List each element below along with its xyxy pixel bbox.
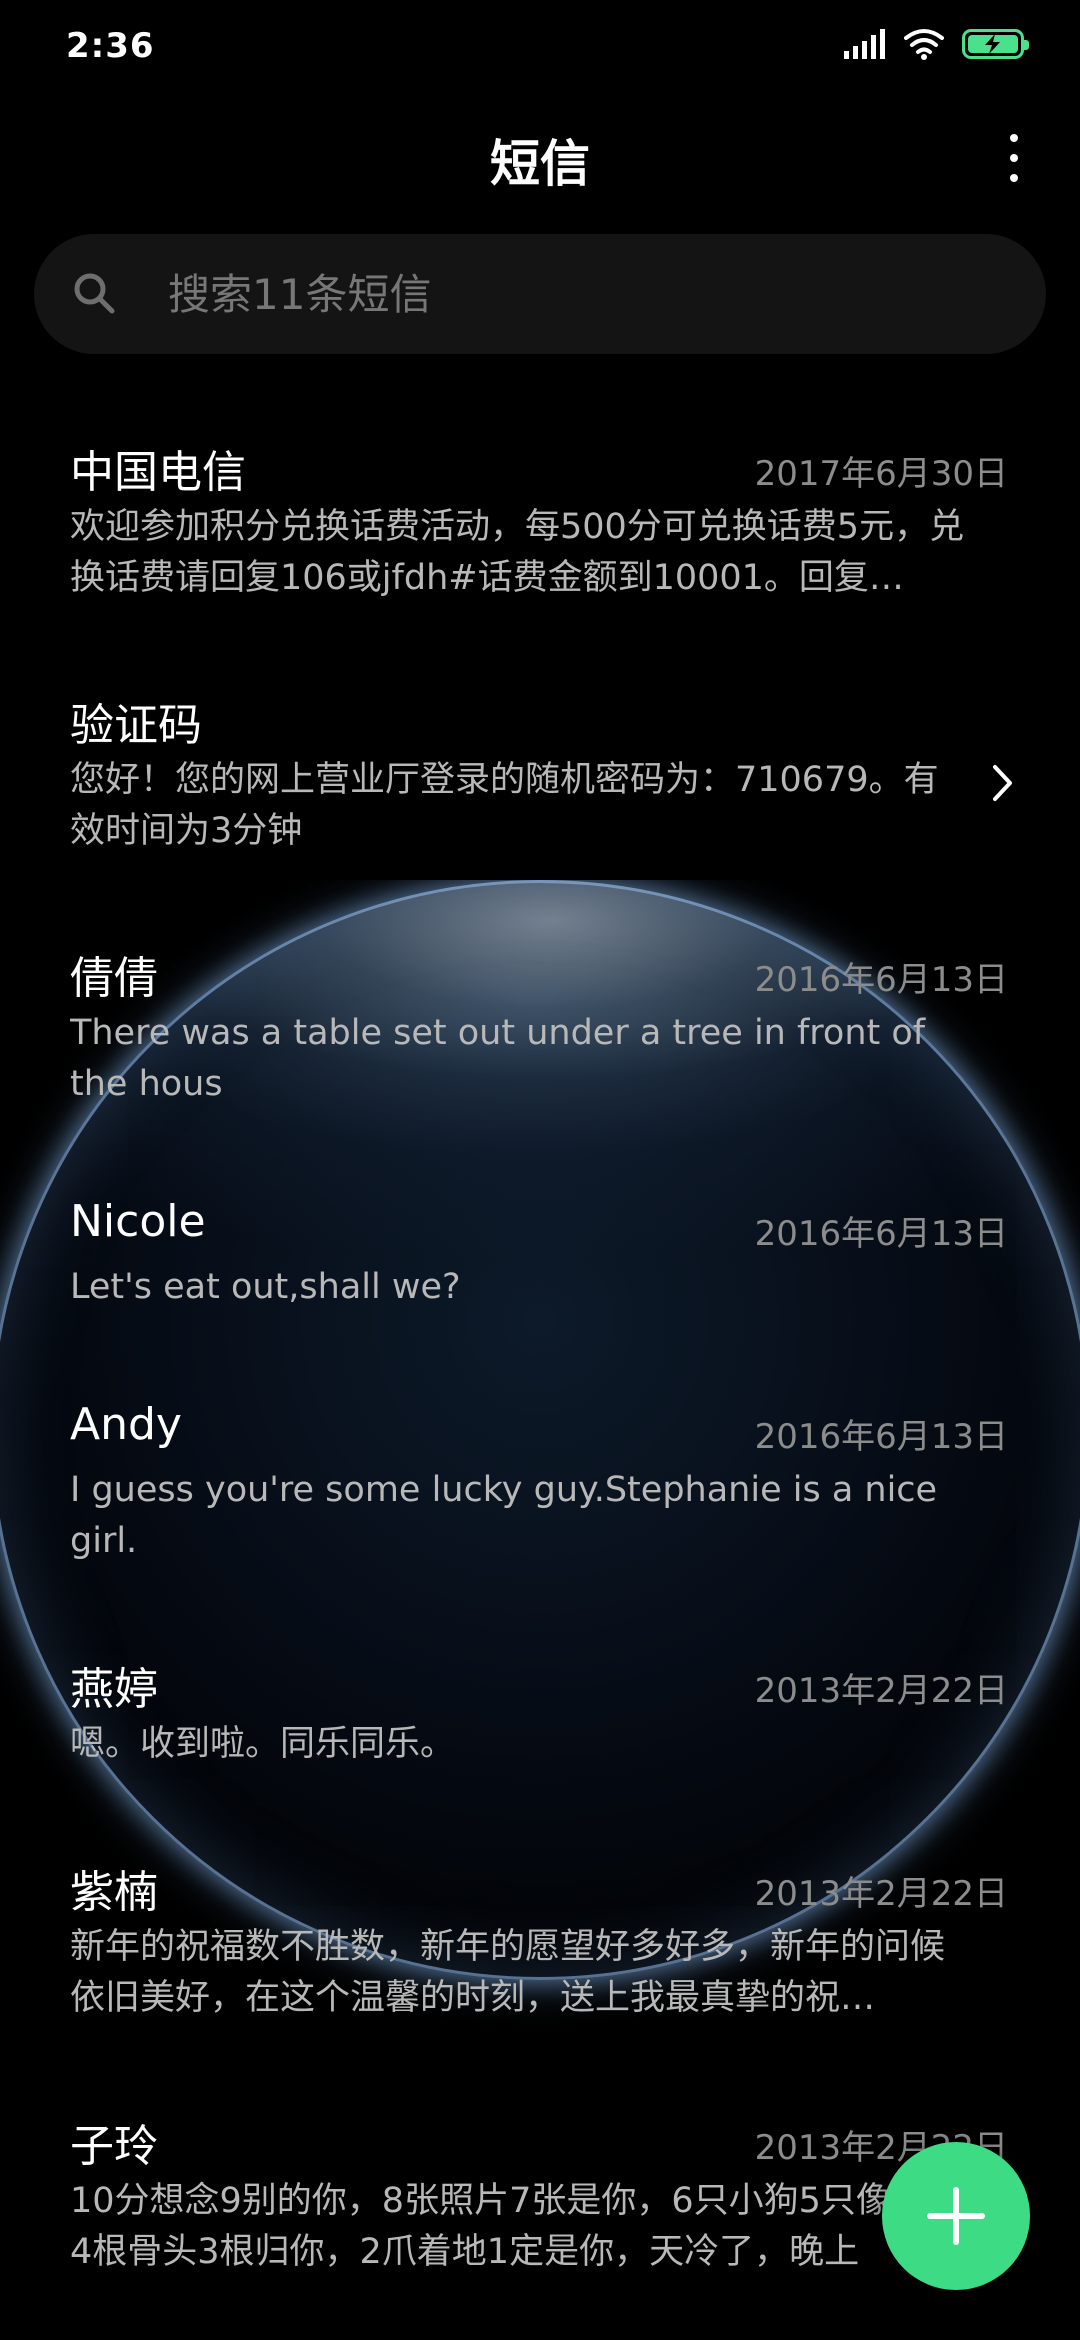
battery-icon xyxy=(962,29,1029,59)
status-time: 2:36 xyxy=(66,26,155,66)
page-title: 短信 xyxy=(490,135,590,193)
conversation-item[interactable]: 验证码 您好！您的网上营业厅登录的随机密码为：710679。有效时间为3分钟 xyxy=(0,653,1080,903)
app-header: 短信 xyxy=(0,110,1080,210)
sender-name: Andy xyxy=(70,1399,182,1450)
search-bar[interactable] xyxy=(34,234,1046,354)
search-input[interactable] xyxy=(166,268,970,320)
wifi-icon xyxy=(904,29,944,60)
charging-bolt-icon xyxy=(985,34,1000,54)
message-preview: 10分想念9别的你，8张照片7张是你，6只小狗5只像你，4根骨头3根归你，2爪着… xyxy=(70,2181,961,2272)
more-dot-icon xyxy=(1010,174,1018,182)
message-date: 2013年2月22日 xyxy=(754,1874,1008,1914)
message-preview: 您好！您的网上营业厅登录的随机密码为：710679。有效时间为3分钟 xyxy=(70,760,939,851)
message-date: 2016年6月13日 xyxy=(754,1214,1008,1254)
status-icons xyxy=(844,28,1029,60)
sender-name: Nicole xyxy=(70,1196,206,1247)
search-icon xyxy=(74,273,115,314)
conversation-item[interactable]: 紫楠 2013年2月22日 新年的祝福数不胜数，新年的愿望好多好多，新年的问候依… xyxy=(0,1820,1080,2070)
message-preview: There was a table set out under a tree i… xyxy=(70,1013,926,1104)
conversation-item[interactable]: 中国电信 2017年6月30日 欢迎参加积分兑换话费活动，每500分可兑换话费5… xyxy=(0,400,1080,650)
message-preview: 嗯。收到啦。同乐同乐。 xyxy=(70,1724,456,1764)
sender-name: 子玲 xyxy=(70,2121,158,2172)
sender-name: 倩倩 xyxy=(70,953,158,1004)
message-preview: 欢迎参加积分兑换话费活动，每500分可兑换话费5元，兑换话费请回复106或jfd… xyxy=(70,507,965,598)
signal-icon xyxy=(844,29,885,59)
sender-name: 中国电信 xyxy=(70,447,246,498)
status-bar: 2:36 xyxy=(0,0,1080,96)
message-date: 2017年6月30日 xyxy=(754,454,1008,494)
message-preview: 新年的祝福数不胜数，新年的愿望好多好多，新年的问候依旧美好，在这个温馨的时刻，送… xyxy=(70,1927,946,2018)
plus-icon xyxy=(927,2187,985,2245)
sender-name: 紫楠 xyxy=(70,1867,158,1918)
sender-name: 验证码 xyxy=(70,700,202,751)
sender-name: 燕婷 xyxy=(70,1664,158,1715)
conversation-item[interactable]: 倩倩 2016年6月13日 There was a table set out … xyxy=(0,906,1080,1156)
more-dot-icon xyxy=(1010,154,1018,162)
conversation-item[interactable]: Andy 2016年6月13日 I guess you're some luck… xyxy=(0,1363,1080,1613)
new-message-button[interactable] xyxy=(882,2142,1030,2290)
chevron-right-icon xyxy=(993,765,1012,801)
more-options-button[interactable] xyxy=(994,128,1034,188)
message-preview: I guess you're some lucky guy.Stephanie … xyxy=(70,1470,938,1561)
message-preview: Let's eat out,shall we? xyxy=(70,1267,461,1307)
message-date: 2016年6月13日 xyxy=(754,1417,1008,1457)
message-date: 2016年6月13日 xyxy=(754,960,1008,1000)
more-dot-icon xyxy=(1010,134,1018,142)
message-date: 2013年2月22日 xyxy=(754,1671,1008,1711)
